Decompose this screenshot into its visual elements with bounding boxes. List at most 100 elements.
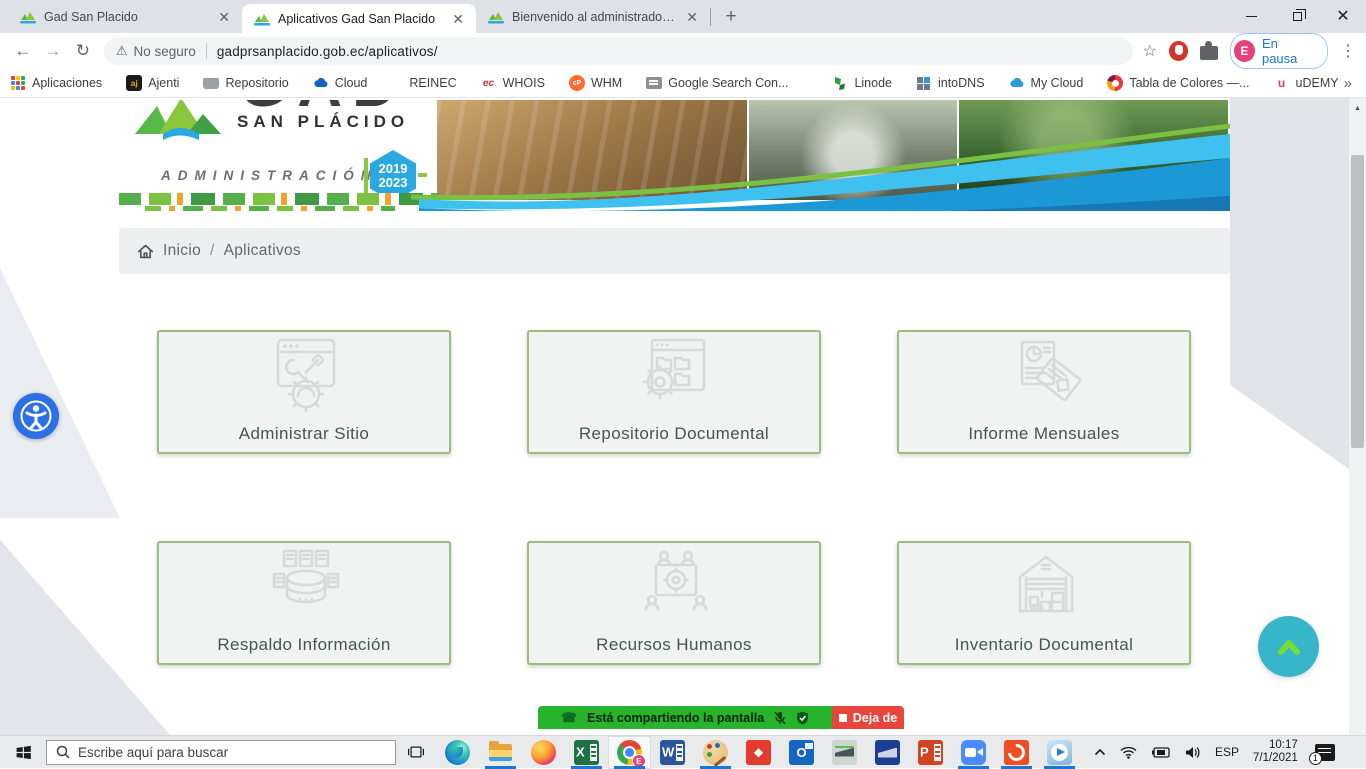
- adblock-extension-icon[interactable]: [1169, 41, 1188, 61]
- clock-date: 7/1/2021: [1253, 752, 1298, 765]
- security-chip[interactable]: ⚠ No seguro: [116, 43, 196, 59]
- taskbar-app-firefox[interactable]: [522, 736, 565, 769]
- whm-cpanel-icon: cP: [569, 75, 585, 91]
- bookmark-tabla-colores[interactable]: Tabla de Colores —...: [1107, 75, 1249, 91]
- site-header-banner: GAD SAN PLÁCIDO ADMINISTRACIÓN 2019 2023: [119, 100, 1230, 211]
- restore-button[interactable]: [1274, 0, 1320, 33]
- bookmark-udemy[interactable]: u uDEMY: [1274, 75, 1339, 91]
- tab-title: Gad San Placido: [44, 10, 208, 24]
- profile-button[interactable]: E En pausa: [1230, 33, 1328, 69]
- taskbar-app-word[interactable]: W: [651, 736, 694, 769]
- page-scrollbar[interactable]: ▲: [1349, 98, 1366, 735]
- bookmarks-bar: Aplicaciones aj Ajenti Repositorio Cloud…: [0, 69, 1366, 98]
- tray-volume[interactable]: [1178, 736, 1208, 769]
- new-tab-button[interactable]: +: [717, 3, 745, 31]
- tab-close-icon[interactable]: ✕: [684, 8, 700, 26]
- bookmark-reinec[interactable]: REINEC: [409, 76, 456, 90]
- bookmark-cloud[interactable]: Cloud: [313, 75, 368, 91]
- card-repositorio-documental[interactable]: Repositorio Documental: [527, 330, 821, 454]
- bookmark-whm[interactable]: cP WHM: [569, 75, 622, 91]
- card-administrar-sitio[interactable]: Administrar Sitio: [157, 330, 451, 454]
- taskbar-search[interactable]: [46, 740, 396, 765]
- start-button[interactable]: [0, 736, 46, 769]
- taskbar-app-outlook[interactable]: O: [780, 736, 823, 769]
- search-icon: [56, 745, 70, 759]
- forward-button[interactable]: →: [38, 41, 68, 61]
- decorative-shape: [1230, 98, 1349, 568]
- decorative-shape: [0, 518, 170, 735]
- bookmarks-overflow-icon[interactable]: »: [1344, 75, 1352, 92]
- tab-close-icon[interactable]: ✕: [216, 8, 232, 26]
- extensions-puzzle-icon[interactable]: [1200, 46, 1217, 60]
- taskbar-app-chrome[interactable]: E: [608, 736, 651, 769]
- reload-button[interactable]: ↻: [68, 41, 98, 61]
- tab-aplicativos[interactable]: Aplicativos Gad San Placido ✕: [242, 4, 476, 33]
- taskbar-app-scanner[interactable]: [823, 736, 866, 769]
- accessibility-person-icon: [19, 399, 53, 433]
- minimize-button[interactable]: [1228, 0, 1274, 33]
- bookmark-search-console[interactable]: Google Search Con...: [646, 76, 788, 90]
- tab-close-icon[interactable]: ✕: [450, 10, 466, 28]
- stop-label: Deja de: [853, 711, 897, 725]
- tray-language[interactable]: ESP: [1208, 736, 1246, 769]
- url-text: gadprsanplacido.gob.ec/aplicativos/: [217, 44, 438, 59]
- taskbar-app-media-player[interactable]: [1038, 736, 1081, 769]
- notifications-icon: 1: [1315, 744, 1335, 761]
- tab-administrador[interactable]: Bienvenido al administrador de I ✕: [476, 0, 710, 33]
- screen-share-banner: ☎ Está compartiendo la pantalla Deja de: [538, 706, 904, 729]
- bookmark-my-cloud[interactable]: My Cloud: [1009, 75, 1084, 91]
- tray-show-hidden-icons[interactable]: [1087, 736, 1113, 769]
- taskbar-app-edge[interactable]: [436, 736, 479, 769]
- my-cloud-icon: [1009, 75, 1025, 91]
- bookmark-aplicaciones[interactable]: Aplicaciones: [10, 75, 102, 91]
- card-informe-mensuales[interactable]: Informe Mensuales: [897, 330, 1191, 454]
- back-button[interactable]: ←: [8, 41, 38, 61]
- taskbar-app-excel[interactable]: X: [565, 736, 608, 769]
- scrollbar-thumb[interactable]: [1351, 155, 1364, 448]
- taskbar-app-file-explorer[interactable]: [479, 736, 522, 769]
- browser-menu-icon[interactable]: ⋮: [1340, 41, 1356, 61]
- tab-gad-san-placido[interactable]: Gad San Placido ✕: [8, 0, 242, 33]
- close-button[interactable]: ✕: [1320, 0, 1366, 33]
- tray-action-center[interactable]: 1: [1308, 736, 1342, 769]
- file-explorer-icon: [488, 740, 513, 765]
- page-viewport: GAD SAN PLÁCIDO ADMINISTRACIÓN 2019 2023…: [0, 98, 1366, 735]
- scroll-to-top-button[interactable]: [1258, 616, 1319, 677]
- color-wheel-icon: [1107, 75, 1123, 91]
- taskbar-app-foxit[interactable]: [995, 736, 1038, 769]
- card-inventario-documental[interactable]: Inventario Documental: [897, 541, 1191, 665]
- bookmark-ajenti[interactable]: aj Ajenti: [126, 75, 179, 91]
- document-repository-icon: [529, 336, 819, 416]
- card-respaldo-informacion[interactable]: Respaldo Información: [157, 541, 451, 665]
- card-recursos-humanos[interactable]: Recursos Humanos: [527, 541, 821, 665]
- speaker-icon: [1185, 746, 1201, 759]
- breadcrumb-current: Aplicativos: [224, 242, 301, 260]
- tray-clock[interactable]: 10:17 7/1/2021: [1246, 736, 1308, 769]
- scrollbar-up-arrow[interactable]: ▲: [1349, 102, 1366, 114]
- bookmark-linode[interactable]: Linode: [832, 75, 892, 91]
- bookmark-repositorio[interactable]: Repositorio: [203, 76, 288, 90]
- task-view-button[interactable]: [396, 736, 436, 769]
- shield-check-icon: [796, 711, 809, 725]
- decorative-shape: [0, 268, 120, 518]
- breadcrumb-home[interactable]: Inicio: [163, 242, 201, 260]
- stop-sharing-button[interactable]: Deja de: [832, 706, 904, 729]
- site-settings-icon: [159, 336, 449, 416]
- tray-wifi[interactable]: [1113, 736, 1144, 769]
- taskbar-app-scan-utility[interactable]: [866, 736, 909, 769]
- taskbar-app-zoom[interactable]: [952, 736, 995, 769]
- bookmark-intodns[interactable]: intoDNS: [916, 75, 985, 91]
- bookmark-star-icon[interactable]: ☆: [1143, 41, 1157, 61]
- taskbar-app-paint[interactable]: [694, 736, 737, 769]
- taskbar-app-red-diamond[interactable]: ◆: [737, 736, 780, 769]
- address-bar[interactable]: ⚠ No seguro gadprsanplacido.gob.ec/aplic…: [104, 37, 1133, 65]
- word-icon: W: [660, 740, 685, 765]
- taskbar-app-powerpoint[interactable]: P: [909, 736, 952, 769]
- tray-battery[interactable]: [1144, 736, 1178, 769]
- stop-icon: [839, 714, 847, 722]
- home-icon[interactable]: [137, 243, 154, 260]
- bookmark-whois[interactable]: ec WHOIS: [481, 75, 545, 91]
- taskbar-search-input[interactable]: [78, 745, 386, 760]
- accessibility-widget-button[interactable]: [13, 393, 59, 439]
- paint-icon: [703, 740, 728, 765]
